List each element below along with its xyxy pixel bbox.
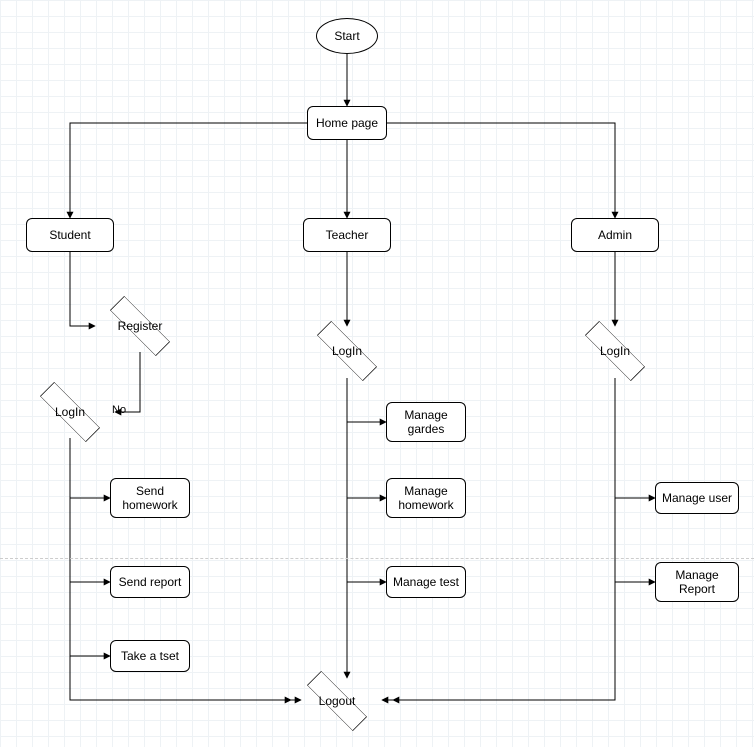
node-login-teacher: LogIn <box>302 326 392 376</box>
node-start: Start <box>316 18 378 54</box>
node-label: LogIn <box>332 344 362 358</box>
node-label: LogIn <box>55 405 85 419</box>
node-label: Student <box>49 228 90 242</box>
node-label: Manage user <box>662 491 732 505</box>
node-teacher: Teacher <box>303 218 391 252</box>
node-manage-test: Manage test <box>386 566 466 598</box>
node-label: Home page <box>316 116 378 130</box>
node-send-homework: Send homework <box>110 478 190 518</box>
node-label: Manage homework <box>398 484 453 513</box>
node-admin: Admin <box>571 218 659 252</box>
node-manage-report: Manage Report <box>655 562 739 602</box>
node-login-admin: LogIn <box>570 326 660 376</box>
node-student: Student <box>26 218 114 252</box>
node-send-report: Send report <box>110 566 190 598</box>
node-label: Send homework <box>122 484 177 513</box>
node-label: Register <box>118 319 163 333</box>
node-label: Teacher <box>326 228 369 242</box>
node-manage-homework: Manage homework <box>386 478 466 518</box>
flowchart-canvas: Start Home page Student Teacher Admin Re… <box>0 0 754 747</box>
edge-label-no: No <box>112 404 126 416</box>
node-login-student: LogIn <box>25 387 115 437</box>
node-label: Logout <box>319 694 356 708</box>
node-label: LogIn <box>600 344 630 358</box>
node-register: Register <box>95 301 185 351</box>
node-label: Send report <box>119 575 182 589</box>
node-home-page: Home page <box>307 106 387 140</box>
node-label: Start <box>334 29 359 43</box>
node-manage-user: Manage user <box>655 482 739 514</box>
node-label: Manage gardes <box>404 408 447 437</box>
node-label: Manage test <box>393 575 459 589</box>
node-take-test: Take a tset <box>110 640 190 672</box>
node-label: Manage Report <box>675 568 718 597</box>
node-logout: Logout <box>292 676 382 726</box>
node-manage-grades: Manage gardes <box>386 402 466 442</box>
node-label: Admin <box>598 228 632 242</box>
node-label: Take a tset <box>121 649 179 663</box>
